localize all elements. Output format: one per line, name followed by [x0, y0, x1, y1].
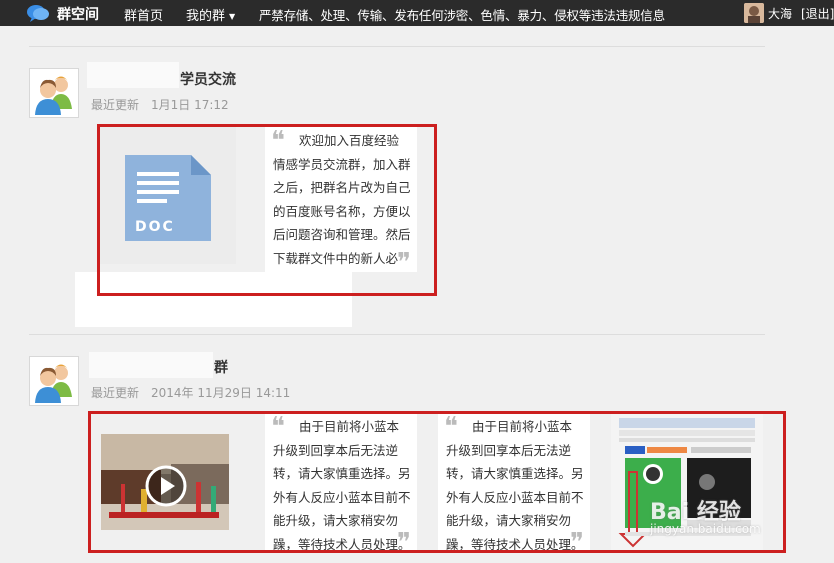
nav-group-home[interactable]: 群首页 — [124, 5, 163, 24]
caret-down-icon: ▼ — [229, 12, 236, 21]
top-bar: 群空间 群首页 我的群 ▼ 严禁存储、处理、传输、发布任何涉密、色情、暴力、侵权等… — [0, 0, 834, 26]
divider — [29, 46, 765, 47]
post-meta: 最近更新 2014年 11月29日 14:11 — [91, 384, 290, 401]
watermark-url: jingyan.baidu.com — [650, 522, 761, 536]
group-avatar[interactable] — [29, 356, 79, 406]
user-avatar-icon — [30, 69, 78, 117]
logout-link[interactable]: [退出] — [801, 5, 834, 22]
nav-my-group[interactable]: 我的群 ▼ — [186, 5, 235, 24]
group-avatar[interactable] — [29, 68, 79, 118]
legal-notice: 严禁存储、处理、传输、发布任何涉密、色情、暴力、侵权等违法违规信息 — [259, 8, 665, 23]
redacted-name — [87, 62, 179, 88]
username[interactable]: 大海 — [768, 5, 792, 22]
divider — [29, 334, 765, 335]
brand-title[interactable]: 群空间 — [57, 4, 99, 24]
post-title[interactable]: 群 — [214, 357, 228, 377]
meta-time: 2014年 11月29日 14:11 — [151, 386, 291, 400]
meta-label: 最近更新 — [91, 98, 140, 112]
highlight-box — [97, 124, 437, 296]
chat-bubble-logo-icon[interactable] — [26, 3, 50, 23]
post-title[interactable]: 学员交流 — [180, 69, 236, 89]
user-avatar-thumbnail[interactable] — [744, 3, 764, 23]
redacted-name — [89, 352, 213, 378]
meta-time: 1月1日 17:12 — [151, 98, 229, 112]
meta-label: 最近更新 — [91, 386, 140, 400]
nav-my-group-label: 我的群 — [186, 9, 226, 24]
post-meta: 最近更新 1月1日 17:12 — [91, 96, 229, 113]
user-avatar-icon — [30, 357, 78, 405]
